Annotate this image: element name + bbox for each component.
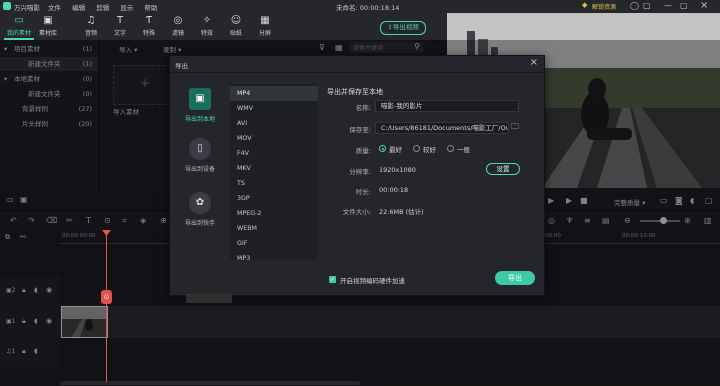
monitor-icon: ▣ bbox=[189, 88, 211, 110]
dialog-header: 导出 × bbox=[170, 56, 544, 73]
menu-bar: 文件 编辑 剪辑 显示 帮助 bbox=[48, 2, 166, 12]
tab-label: 素材库 bbox=[38, 30, 57, 37]
format-item[interactable]: MP4 bbox=[230, 86, 318, 101]
dialog-title: 导出 bbox=[175, 62, 188, 70]
format-item[interactable]: MP3 bbox=[230, 251, 318, 266]
playhead-marker[interactable]: ⊙ bbox=[101, 290, 112, 304]
quality-better-label: 较好 bbox=[423, 146, 436, 154]
tab-media-library[interactable]: ▣ 素材库 bbox=[33, 15, 63, 37]
option-label: 导出到设备 bbox=[184, 166, 215, 173]
file-size-label: 文件大小: bbox=[342, 208, 371, 216]
project-title: 未命名: 00:00:18:14 bbox=[336, 4, 400, 12]
tab-stickers[interactable]: ☺ 贴纸 bbox=[221, 15, 251, 37]
tab-effects[interactable]: ✧ 特效 bbox=[192, 15, 222, 37]
export-to-kuaishou-option[interactable]: ✿ 导出到快手 bbox=[178, 192, 222, 227]
unlock-diamond-icon: ◆ bbox=[582, 1, 588, 9]
name-input[interactable]: 喵影-我的影片 bbox=[375, 100, 519, 112]
folder-icon: ▭ bbox=[14, 15, 24, 26]
tab-special[interactable]: Ƭ 特殊 bbox=[134, 15, 164, 37]
tab-text[interactable]: T 文字 bbox=[105, 15, 135, 37]
option-label: 导出到本地 bbox=[184, 116, 215, 123]
export-dialog: 导出 × ▣ 导出到本地 ▯ 导出到设备 ✿ 导出到快手 MP4 WMV AVI… bbox=[169, 55, 545, 296]
window-close-icon[interactable]: × bbox=[700, 0, 708, 11]
folder-browse-icon[interactable]: 🗀︎ bbox=[511, 121, 519, 135]
section-title: 导出并保存至本地 bbox=[327, 88, 383, 96]
tab-label: 滤镜 bbox=[171, 30, 184, 37]
format-item[interactable]: WMV bbox=[230, 101, 318, 116]
filter-icon: ◎ bbox=[173, 15, 183, 26]
sparkle-icon: ✧ bbox=[202, 15, 212, 26]
tab-label: 音频 bbox=[84, 30, 97, 37]
app-name: 万兴喵影 bbox=[14, 4, 40, 12]
tab-label: 贴纸 bbox=[229, 30, 242, 37]
format-item[interactable]: TS bbox=[230, 176, 318, 191]
tab-label: 特效 bbox=[200, 30, 213, 37]
text-icon: T bbox=[116, 15, 124, 26]
name-label: 名称: bbox=[355, 104, 371, 112]
file-size-value: 22.6MB (估计) bbox=[379, 208, 424, 216]
menu-file[interactable]: 文件 bbox=[48, 4, 61, 12]
overlay-clip-thumbnail bbox=[186, 294, 232, 303]
duration-value: 00:00:18 bbox=[379, 186, 409, 194]
format-item[interactable]: WEBM bbox=[230, 221, 318, 236]
quality-better-radio[interactable] bbox=[413, 145, 420, 152]
quality-best-label: 最好 bbox=[389, 146, 402, 154]
tab-audio[interactable]: ♫ 音频 bbox=[76, 15, 106, 37]
format-item[interactable]: GIF bbox=[230, 236, 318, 251]
format-item[interactable]: MOV bbox=[230, 131, 318, 146]
menu-clip[interactable]: 剪辑 bbox=[96, 4, 109, 12]
split-screen-icon: ▦ bbox=[260, 15, 270, 26]
special-icon: Ƭ bbox=[145, 15, 153, 26]
export-to-local-option[interactable]: ▣ 导出到本地 bbox=[178, 88, 222, 123]
tab-my-media[interactable]: ▭ 我的素材 bbox=[4, 15, 34, 37]
tab-filters[interactable]: ◎ 滤镜 bbox=[163, 15, 193, 37]
tab-label: 特殊 bbox=[142, 30, 155, 37]
save-path-input[interactable]: C:/Users/86181/Documents/喵影工厂/Outp bbox=[375, 122, 509, 134]
format-item[interactable]: 3GP bbox=[230, 191, 318, 206]
format-item[interactable]: AVI bbox=[230, 116, 318, 131]
hw-accel-label: 开启视频编码硬件加速 bbox=[340, 277, 405, 285]
kuaishou-icon: ✿ bbox=[189, 192, 211, 214]
close-icon[interactable]: × bbox=[530, 57, 538, 68]
format-list: MP4 WMV AVI MOV F4V MKV TS 3GP MPEG-2 WE… bbox=[230, 84, 318, 262]
quality-label: 质量: bbox=[355, 147, 371, 155]
tab-label: 文字 bbox=[113, 30, 126, 37]
quality-normal-radio[interactable] bbox=[447, 145, 454, 152]
unlock-resources-link[interactable]: 解锁资源 bbox=[592, 2, 616, 11]
format-item[interactable]: MKV bbox=[230, 161, 318, 176]
format-item[interactable]: MPEG-2 bbox=[230, 206, 318, 221]
format-item[interactable]: F4V bbox=[230, 146, 318, 161]
account-icon[interactable]: ◯ bbox=[630, 1, 639, 10]
option-label: 导出到快手 bbox=[184, 220, 215, 227]
duration-label: 时长: bbox=[355, 188, 371, 196]
playhead-line[interactable] bbox=[106, 232, 107, 382]
export-to-device-option[interactable]: ▯ 导出到设备 bbox=[178, 138, 222, 173]
menu-help[interactable]: 帮助 bbox=[144, 4, 157, 12]
settings-button[interactable]: 设置 bbox=[486, 163, 520, 175]
sticker-icon: ☺ bbox=[230, 15, 242, 26]
notification-icon[interactable]: ▢ bbox=[643, 1, 651, 10]
tab-label: 分屏 bbox=[258, 30, 271, 37]
music-note-icon: ♫ bbox=[86, 15, 96, 26]
tab-label: 我的素材 bbox=[6, 30, 31, 37]
title-bar: 万兴喵影 文件 编辑 剪辑 显示 帮助 未命名: 00:00:18:14 ◆ 解… bbox=[0, 0, 720, 13]
export-video-button[interactable]: ⇪导出视频 bbox=[380, 21, 426, 35]
export-video-label: 导出视频 bbox=[392, 23, 419, 31]
resolution-value: 1920x1080 bbox=[379, 166, 416, 174]
resolution-label: 分辨率: bbox=[349, 168, 371, 176]
minimize-icon[interactable]: — bbox=[664, 1, 672, 10]
menu-edit[interactable]: 编辑 bbox=[72, 4, 85, 12]
menu-view[interactable]: 显示 bbox=[120, 4, 133, 12]
export-button[interactable]: 导出 bbox=[495, 271, 535, 285]
library-icon: ▣ bbox=[43, 15, 53, 26]
app-logo-icon bbox=[3, 2, 11, 10]
maximize-icon[interactable]: ▢ bbox=[680, 1, 688, 10]
quality-normal-label: 一般 bbox=[457, 146, 470, 154]
quality-best-radio[interactable] bbox=[379, 145, 386, 152]
tab-split-screen[interactable]: ▦ 分屏 bbox=[250, 15, 280, 37]
hw-accel-checkbox[interactable]: ✓ bbox=[329, 276, 336, 283]
device-icon: ▯ bbox=[189, 138, 211, 160]
save-path-label: 保存至: bbox=[349, 126, 371, 134]
